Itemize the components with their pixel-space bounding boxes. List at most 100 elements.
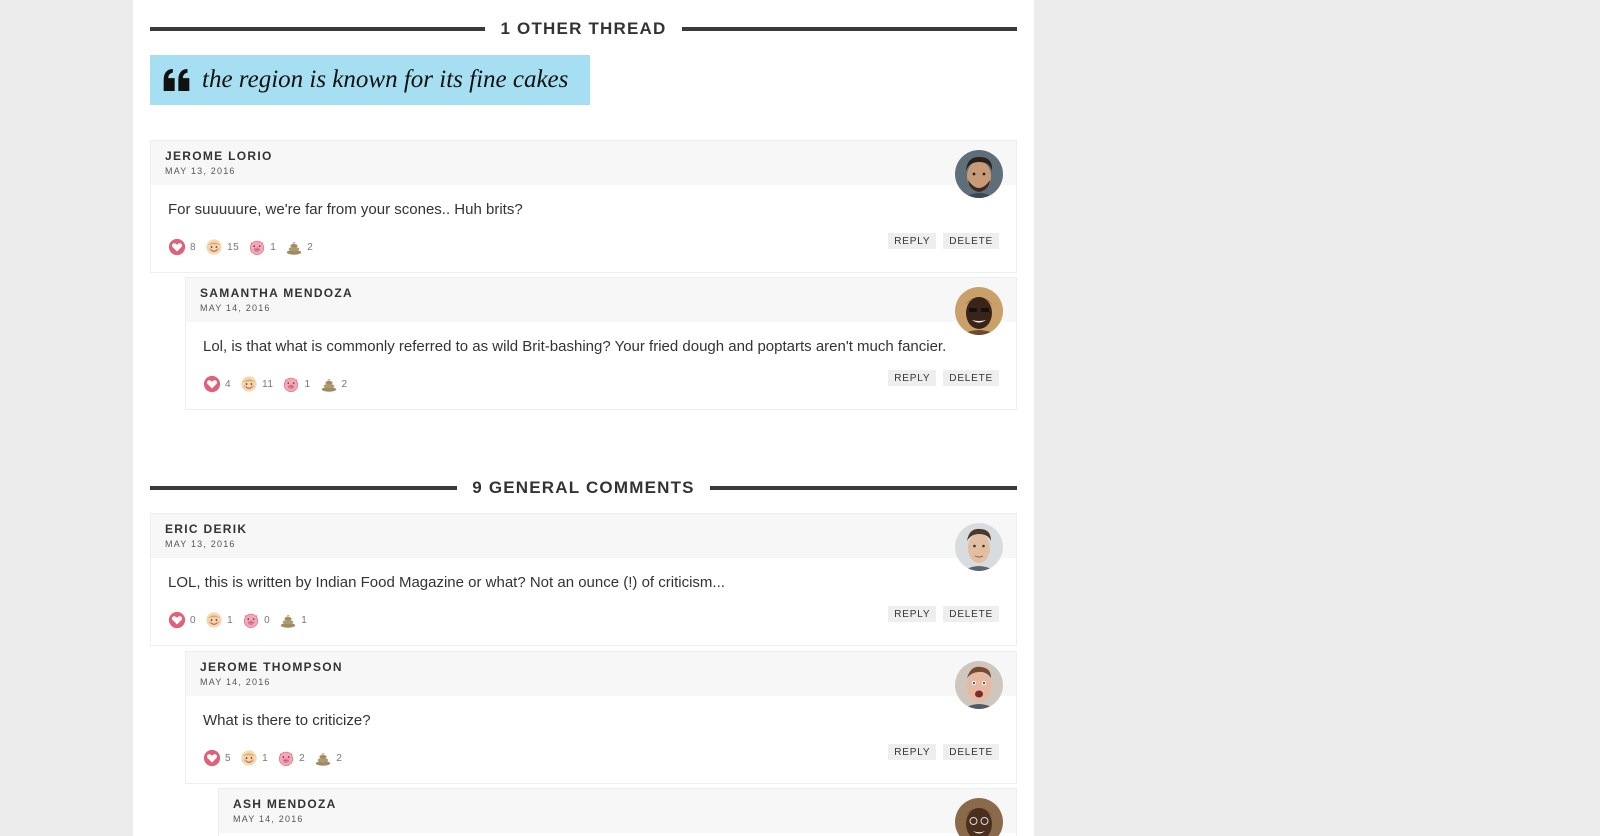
poop-count: 1 [301,614,308,626]
delete-button[interactable]: DELETE [943,744,999,760]
heart-count: 5 [225,752,232,764]
poop-reaction[interactable]: 1 [279,611,307,629]
cake-reaction[interactable]: 1 [240,749,268,767]
avatar[interactable] [955,287,1003,335]
heart-reaction[interactable]: 5 [203,749,231,767]
comment: JEROME LORIO MAY 13, 2016 For suuuuure, … [150,140,1017,273]
comment-header: JEROME THOMPSON MAY 14, 2016 [186,652,1016,696]
pig-icon [282,375,300,393]
comment-reply: SAMANTHA MENDOZA MAY 14, 2016 Lol, is th… [185,277,1017,410]
heart-reaction[interactable]: 8 [168,238,196,256]
pig-icon [277,749,295,767]
heart-icon [203,749,221,767]
delete-button[interactable]: DELETE [943,606,999,622]
highlighted-quote[interactable]: the region is known for its fine cakes [150,55,590,105]
heart-count: 8 [190,241,197,253]
cake-face-icon [205,611,223,629]
delete-button[interactable]: DELETE [943,233,999,249]
poop-reaction[interactable]: 2 [314,749,342,767]
comment-actions: REPLY DELETE [881,744,999,760]
comment-header: SAMANTHA MENDOZA MAY 14, 2016 [186,278,1016,322]
comment-actions: REPLY DELETE [881,606,999,622]
comment-author[interactable]: ASH MENDOZA [233,797,1016,811]
pig-reaction[interactable]: 1 [248,238,276,256]
cake-count: 1 [262,752,269,764]
reactions-bar: 0 1 0 1 [168,611,316,629]
heart-reaction[interactable]: 4 [203,375,231,393]
other-threads-header: 1 OTHER THREAD [150,19,1017,39]
poop-icon [285,238,303,256]
comment-date: MAY 13, 2016 [165,539,236,549]
comment-header: ERIC DERIK MAY 13, 2016 [151,514,1016,558]
comment-date: MAY 14, 2016 [200,677,271,687]
avatar[interactable] [955,150,1003,198]
comment-header: JEROME LORIO MAY 13, 2016 [151,141,1016,185]
poop-icon [320,375,338,393]
cake-face-icon [240,375,258,393]
cake-count: 11 [262,378,274,390]
poop-icon [314,749,332,767]
heart-count: 0 [190,614,197,626]
cake-count: 15 [227,241,240,253]
poop-reaction[interactable]: 2 [320,375,348,393]
comment-reply: JEROME THOMPSON MAY 14, 2016 What is the… [185,651,1017,784]
heart-count: 4 [225,378,232,390]
general-comments-header: 9 GENERAL COMMENTS [150,478,1017,498]
comment-author[interactable]: ERIC DERIK [165,522,1016,536]
quote-text: the region is known for its fine cakes [202,66,569,93]
pig-count: 2 [299,752,306,764]
comment-date: MAY 14, 2016 [200,303,271,313]
delete-button[interactable]: DELETE [943,370,999,386]
comments-panel: 1 OTHER THREAD the region is known for i… [133,0,1034,836]
poop-count: 2 [307,241,314,253]
comment-text: What is there to criticize? [203,712,371,729]
cake-reaction[interactable]: 15 [205,238,239,256]
pig-reaction[interactable]: 1 [282,375,310,393]
poop-count: 2 [341,378,348,390]
poop-count: 2 [336,752,343,764]
pig-count: 0 [264,614,271,626]
comment-text: LOL, this is written by Indian Food Maga… [168,574,725,591]
reply-button[interactable]: REPLY [888,233,937,249]
comment-actions: REPLY DELETE [881,233,999,249]
heart-icon [168,238,186,256]
reactions-bar: 5 1 2 2 [203,749,351,767]
heart-reaction[interactable]: 0 [168,611,196,629]
cake-count: 1 [227,614,234,626]
pig-count: 1 [270,241,277,253]
comment-author[interactable]: JEROME THOMPSON [200,660,1016,674]
heart-icon [203,375,221,393]
reactions-bar: 4 11 1 2 [203,375,357,393]
cake-reaction[interactable]: 1 [205,611,233,629]
comment-reply: ASH MENDOZA MAY 14, 2016 [218,788,1017,836]
heart-icon [168,611,186,629]
comment-text: Lol, is that what is commonly referred t… [203,338,947,355]
comment: ERIC DERIK MAY 13, 2016 LOL, this is wri… [150,513,1017,646]
comment-header: ASH MENDOZA MAY 14, 2016 [219,789,1016,833]
cake-reaction[interactable]: 11 [240,375,273,393]
general-comments-title: 9 GENERAL COMMENTS [457,478,710,497]
quote-icon [163,69,190,91]
reply-button[interactable]: REPLY [888,370,937,386]
comment-actions: REPLY DELETE [881,370,999,386]
pig-count: 1 [304,378,311,390]
pig-reaction[interactable]: 2 [277,749,305,767]
pig-icon [248,238,266,256]
reply-button[interactable]: REPLY [888,744,937,760]
cake-face-icon [205,238,223,256]
pig-reaction[interactable]: 0 [242,611,270,629]
avatar[interactable] [955,661,1003,709]
pig-icon [242,611,260,629]
comment-date: MAY 13, 2016 [165,166,236,176]
reactions-bar: 8 15 1 2 [168,238,322,256]
reply-button[interactable]: REPLY [888,606,937,622]
other-threads-title: 1 OTHER THREAD [485,19,682,38]
poop-icon [279,611,297,629]
comment-date: MAY 14, 2016 [233,814,304,824]
comment-author[interactable]: JEROME LORIO [165,149,1016,163]
cake-face-icon [240,749,258,767]
poop-reaction[interactable]: 2 [285,238,313,256]
avatar[interactable] [955,523,1003,571]
comment-author[interactable]: SAMANTHA MENDOZA [200,286,1016,300]
comment-text: For suuuuure, we're far from your scones… [168,201,523,218]
